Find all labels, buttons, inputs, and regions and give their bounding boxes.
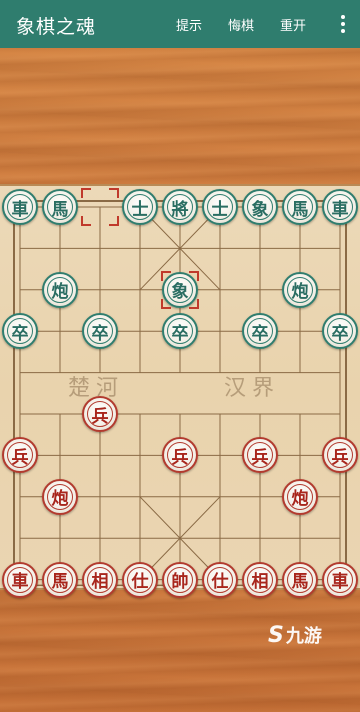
restart-button[interactable]: 重开 [280,15,306,34]
app-title: 象棋之魂 [16,16,97,38]
red-piece[interactable]: 炮 [42,478,78,515]
red-piece[interactable]: 炮 [282,478,318,515]
red-piece[interactable]: 相 [82,561,118,598]
black-piece[interactable]: 車 [2,189,38,225]
black-piece[interactable]: 將 [162,189,198,225]
red-piece[interactable]: 兵 [82,396,118,432]
last-move-to-marker [161,270,199,309]
watermark: S 九游 [268,622,322,648]
red-piece[interactable]: 仕 [202,561,238,598]
black-piece[interactable]: 卒 [322,313,358,350]
black-piece[interactable]: 車 [322,189,358,225]
app-bar: 象棋之魂 提示 悔棋 重开 [0,0,360,48]
river-right-text: 汉界 [224,376,281,401]
black-piece[interactable]: 炮 [42,271,78,308]
red-piece[interactable]: 相 [242,561,278,598]
black-piece[interactable]: 卒 [82,313,118,350]
black-piece[interactable]: 卒 [162,313,198,350]
black-piece[interactable]: 卒 [242,313,278,350]
red-piece[interactable]: 馬 [282,561,318,598]
black-piece[interactable]: 象 [242,189,278,225]
watermark-text: 九游 [285,626,322,647]
black-piece[interactable]: 馬 [42,189,78,225]
watermark-logo: S [268,622,284,648]
red-piece[interactable]: 帥 [162,561,198,598]
black-piece[interactable]: 士 [202,189,238,225]
red-piece[interactable]: 仕 [122,561,158,598]
black-piece[interactable]: 馬 [282,189,318,225]
black-piece[interactable]: 士 [122,189,158,225]
undo-button[interactable]: 悔棋 [228,15,254,34]
board-grid [13,200,347,586]
more-options-icon[interactable] [340,13,346,35]
red-piece[interactable]: 馬 [42,561,78,598]
hint-button[interactable]: 提示 [176,15,202,34]
red-piece[interactable]: 車 [322,561,358,598]
red-piece[interactable]: 車 [2,561,38,598]
last-move-from-marker [81,188,119,226]
black-piece[interactable]: 炮 [282,271,318,308]
black-piece[interactable]: 卒 [2,313,38,350]
